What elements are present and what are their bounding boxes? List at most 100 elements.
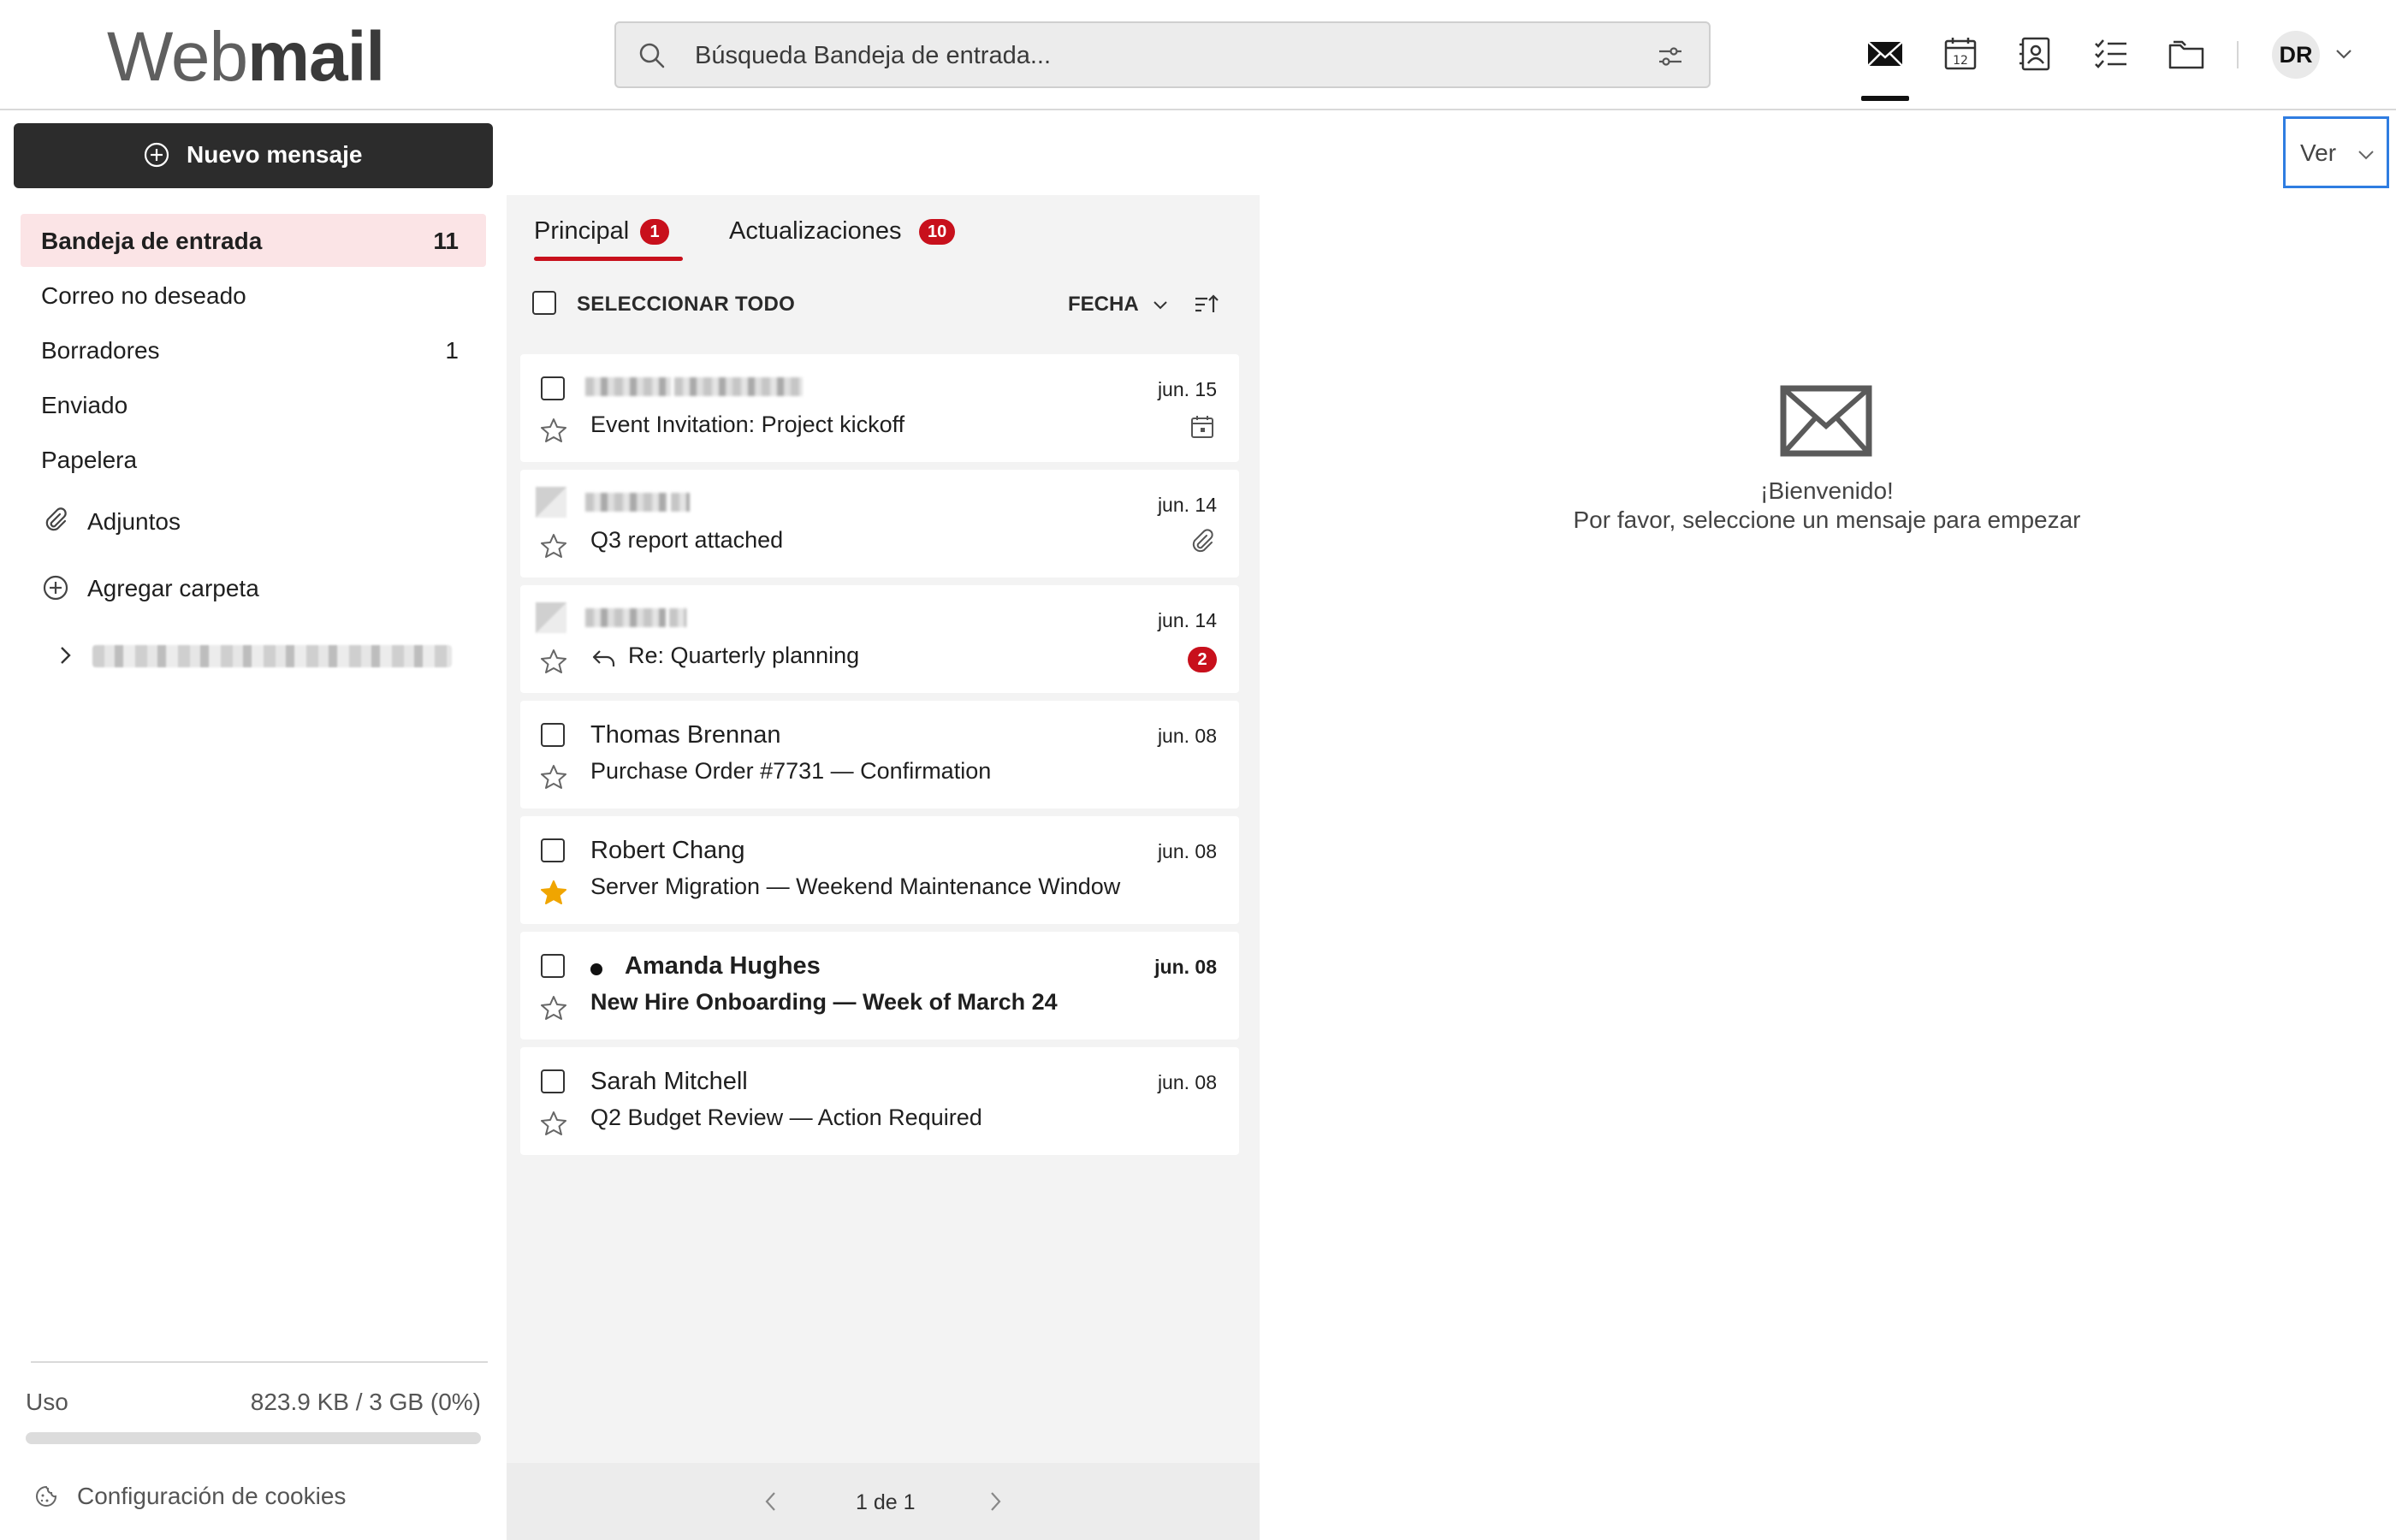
folder-inbox[interactable]: Bandeja de entrada 11 <box>21 214 486 267</box>
unread-count-badge: 1 <box>640 219 669 245</box>
calendar-icon <box>1191 416 1213 438</box>
message-row[interactable]: Robert Chang Server Migration — Weekend … <box>520 816 1239 924</box>
message-row[interactable]: Q3 report attached jun. 14 <box>520 470 1239 578</box>
tasks-app-button[interactable] <box>2090 33 2132 75</box>
message-sender: Sarah Mitchell <box>590 1068 748 1095</box>
reply-icon <box>592 650 615 666</box>
message-sender: Robert Chang <box>590 837 745 864</box>
cookie-icon <box>36 1485 57 1507</box>
redacted-account-name <box>92 645 452 667</box>
folder-sent[interactable]: Enviado <box>21 378 486 431</box>
message-checkbox[interactable] <box>541 838 565 862</box>
svg-text:12: 12 <box>1953 54 1968 68</box>
top-header: Webmail Búsqueda Bandeja de entrada... 1… <box>0 0 2396 110</box>
folder-count: 1 <box>445 337 459 364</box>
paperclip-icon <box>45 507 67 531</box>
thread-count-badge: 2 <box>1188 647 1217 672</box>
mail-app-button[interactable] <box>1864 33 1907 75</box>
plus-circle-icon <box>144 142 169 168</box>
tab-principal[interactable]: Principal 1 <box>534 210 688 262</box>
star-filled-icon[interactable] <box>539 878 568 907</box>
user-avatar[interactable]: DR <box>2272 31 2320 79</box>
welcome-subtitle: Por favor, seleccione un mensaje para em… <box>1573 506 2081 533</box>
tasks-icon <box>2095 39 2126 68</box>
message-date: jun. 08 <box>1157 840 1217 862</box>
redacted-sender <box>585 373 806 400</box>
sort-direction-icon[interactable] <box>1191 289 1220 318</box>
chevron-down-icon <box>2358 151 2374 160</box>
message-date: jun. 15 <box>1157 378 1217 400</box>
message-subject: Q3 report attached <box>590 527 784 553</box>
chevron-down-icon[interactable] <box>2333 43 2355 65</box>
active-tab-indicator <box>534 257 683 261</box>
contacts-icon <box>2019 37 2050 71</box>
filter-sliders-icon[interactable] <box>1656 42 1685 71</box>
message-date: jun. 08 <box>1157 725 1217 747</box>
message-subject: Server Migration — Weekend Maintenance W… <box>590 874 1121 899</box>
message-subject: Purchase Order #7731 — Confirmation <box>590 758 992 784</box>
files-app-button[interactable] <box>2165 33 2208 75</box>
paperclip-icon <box>1192 529 1213 553</box>
message-sender: Amanda Hughes <box>625 952 821 980</box>
message-list-panel: Principal 1 Actualizaciones 10 SELECCION… <box>507 195 1260 1540</box>
message-row[interactable]: Sarah Mitchell Q2 Budget Review — Action… <box>520 1047 1239 1155</box>
folder-trash[interactable]: Papelera <box>21 433 486 486</box>
redacted-avatar <box>536 602 566 633</box>
calendar-app-button[interactable]: 12 <box>1939 33 1982 75</box>
star-outline-icon[interactable] <box>539 1109 568 1138</box>
storage-label: Uso <box>26 1389 68 1415</box>
list-toolbar: SELECCIONAR TODO FECHA <box>507 281 1260 329</box>
folder-spam[interactable]: Correo no deseado <box>21 269 486 322</box>
header-divider <box>2237 41 2239 68</box>
search-placeholder: Búsqueda Bandeja de entrada... <box>695 42 1051 69</box>
select-all-checkbox[interactable] <box>532 291 556 315</box>
sort-field-button[interactable]: FECHA <box>1068 293 1139 317</box>
star-outline-icon[interactable] <box>539 647 568 676</box>
tab-actualizaciones[interactable]: Actualizaciones 10 <box>729 210 1003 262</box>
webmail-logo[interactable]: Webmail <box>107 19 385 96</box>
unread-count-badge: 10 <box>919 219 956 245</box>
star-outline-icon[interactable] <box>539 762 568 791</box>
folder-drafts[interactable]: Borradores 1 <box>21 323 486 376</box>
message-checkbox[interactable] <box>541 954 565 978</box>
message-row[interactable]: Re: Quarterly planning jun. 14 2 <box>520 585 1239 693</box>
message-row[interactable]: Thomas Brennan Purchase Order #7731 — Co… <box>520 701 1239 808</box>
message-row[interactable]: Event Invitation: Project kickoff jun. 1… <box>520 354 1239 462</box>
new-message-button[interactable]: Nuevo mensaje <box>14 123 493 188</box>
message-checkbox[interactable] <box>541 376 565 400</box>
account-folder-collapsed[interactable] <box>50 637 460 674</box>
chevron-right-icon[interactable] <box>982 1489 1008 1514</box>
folder-icon <box>2168 40 2204 69</box>
search-input[interactable]: Búsqueda Bandeja de entrada... <box>614 21 1711 88</box>
active-app-indicator <box>1861 96 1909 101</box>
star-outline-icon[interactable] <box>539 531 568 560</box>
folder-count: 11 <box>433 228 459 254</box>
search-icon <box>639 43 665 68</box>
redacted-sender <box>585 604 690 631</box>
list-tabs: Principal 1 Actualizaciones 10 <box>507 195 1260 262</box>
chevron-right-icon[interactable] <box>53 643 77 667</box>
message-checkbox[interactable] <box>541 1069 565 1093</box>
contacts-app-button[interactable] <box>2014 33 2057 75</box>
redacted-sender <box>585 489 693 516</box>
pagination: 1 de 1 <box>507 1463 1260 1540</box>
welcome-title: ¡Bienvenido! <box>1760 477 1894 504</box>
mail-icon <box>1867 41 1903 67</box>
chevron-down-icon[interactable] <box>1150 294 1171 315</box>
view-options-button[interactable]: Ver <box>2283 116 2389 188</box>
calendar-icon: 12 <box>1944 38 1977 70</box>
message-date: jun. 14 <box>1157 494 1217 516</box>
message-checkbox[interactable] <box>541 723 565 747</box>
message-date: jun. 08 <box>1157 1071 1217 1093</box>
message-subject: Q2 Budget Review — Action Required <box>590 1105 982 1130</box>
unread-dot <box>590 963 602 975</box>
chevron-left-icon[interactable] <box>758 1489 784 1514</box>
star-outline-icon[interactable] <box>539 416 568 445</box>
star-outline-icon[interactable] <box>539 993 568 1022</box>
storage-progress-bar <box>26 1432 481 1444</box>
page-indicator: 1 de 1 <box>856 1490 916 1514</box>
sidebar-divider <box>31 1361 488 1363</box>
storage-value: 823.9 KB / 3 GB (0%) <box>250 1389 481 1415</box>
redacted-avatar <box>536 487 566 518</box>
message-row[interactable]: Amanda Hughes New Hire Onboarding — Week… <box>520 932 1239 1040</box>
